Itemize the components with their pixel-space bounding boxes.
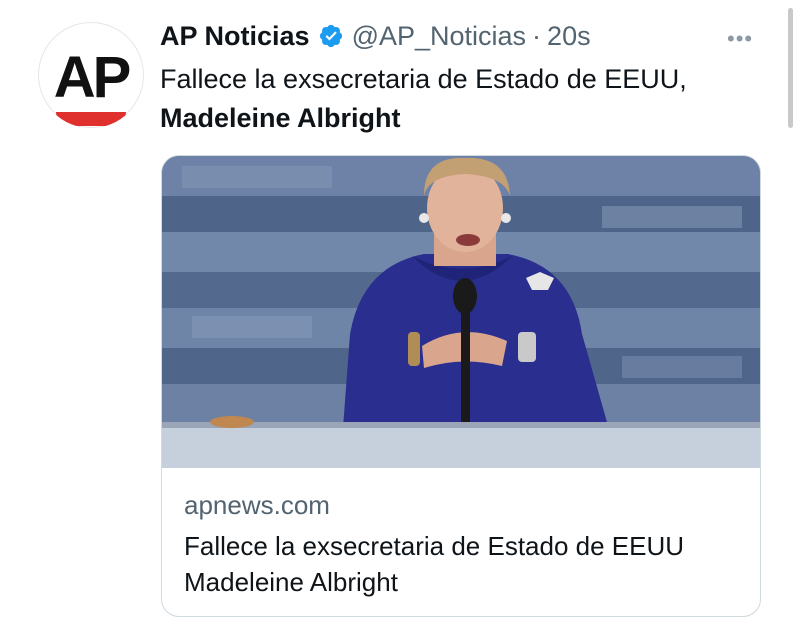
separator-dot: · — [532, 20, 542, 51]
link-card[interactable]: apnews.com Fallece la exsecretaria de Es… — [161, 155, 761, 617]
tweet-header: AP Noticias @AP_Noticias · 20s — [160, 18, 591, 54]
avatar-red-bar — [56, 112, 126, 126]
scrollbar[interactable] — [788, 8, 793, 128]
card-title: Fallece la exsecretaria de Estado de EEU… — [184, 531, 685, 597]
card-image — [162, 156, 760, 468]
card-domain: apnews.com — [184, 490, 330, 520]
author-name[interactable]: AP Noticias — [160, 21, 310, 52]
author-handle[interactable]: @AP_Noticias — [352, 21, 526, 52]
more-options-icon[interactable]: ••• — [727, 26, 753, 52]
tweet-text-bold: Madeleine Albright — [160, 103, 401, 133]
avatar[interactable]: AP — [38, 22, 144, 128]
verified-badge-icon — [318, 23, 344, 49]
avatar-logo-text: AP — [53, 45, 132, 110]
timestamp[interactable]: 20s — [547, 21, 591, 52]
tweet-text-line: Fallece la exsecretaria de Estado de EEU… — [160, 64, 687, 94]
tweet-text: Fallece la exsecretaria de Estado de EEU… — [160, 60, 780, 138]
